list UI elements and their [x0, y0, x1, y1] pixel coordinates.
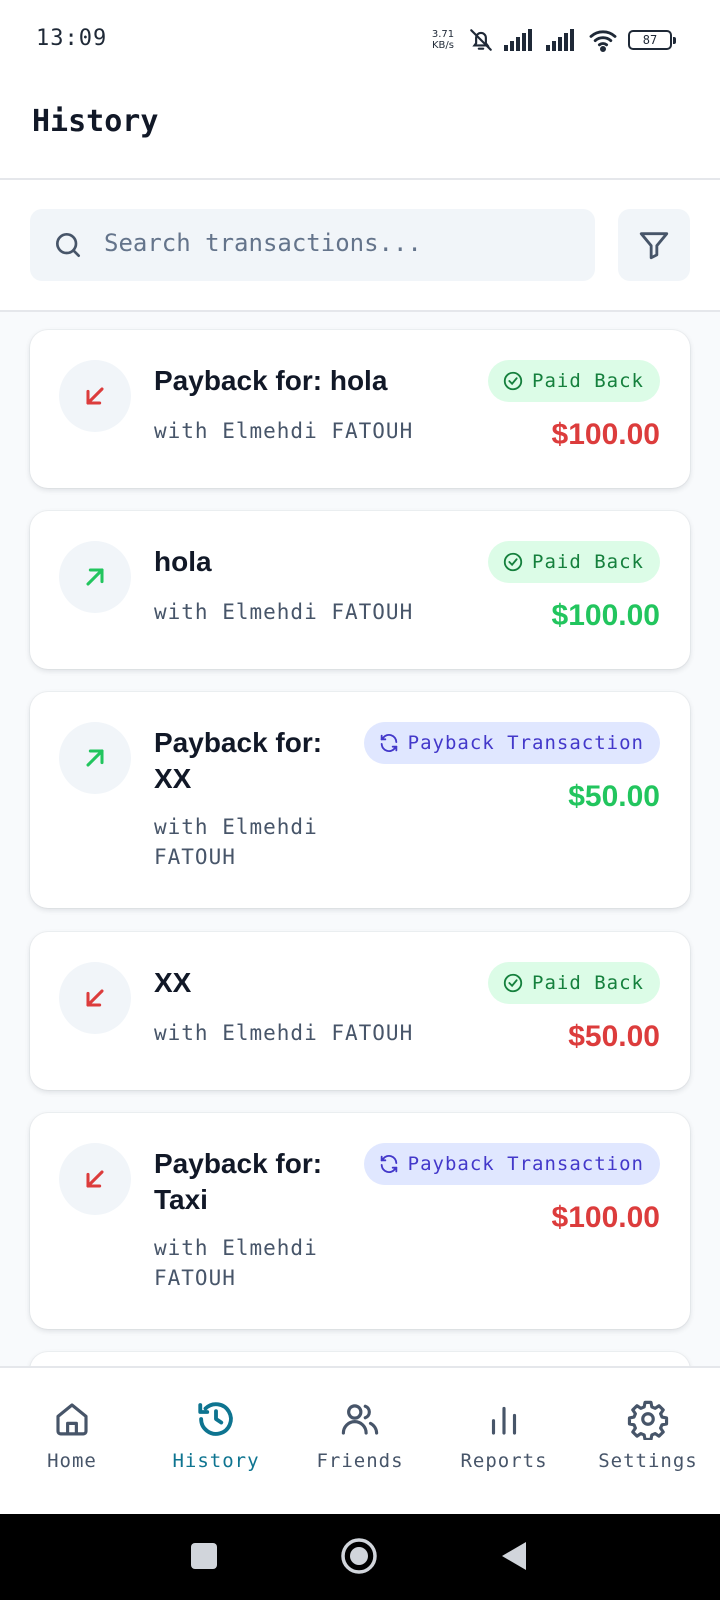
history-icon — [198, 1402, 233, 1436]
home-button[interactable] — [340, 1537, 378, 1575]
transaction-direction — [59, 962, 131, 1034]
check-circle-icon — [503, 552, 523, 572]
back-button[interactable] — [500, 1540, 528, 1572]
status-label: Paid Back — [532, 972, 644, 994]
bottom-nav: Home History Friends Reports Settings — [0, 1366, 720, 1514]
search-area: Search transactions... — [0, 180, 720, 312]
users-icon — [341, 1404, 379, 1435]
home-icon — [56, 1403, 88, 1436]
nav-label: Friends — [316, 1450, 404, 1472]
signal-icon-2 — [546, 29, 574, 51]
transaction-title: Payback for: XX — [154, 727, 323, 794]
status-label: Payback Transaction — [407, 732, 644, 754]
bar-chart-icon — [491, 1406, 517, 1435]
transaction-direction — [59, 722, 131, 794]
status-badge: Paid Back — [488, 360, 660, 402]
nav-label: Reports — [460, 1450, 548, 1472]
status-bar: 13:09 3.71 KB/s 87 — [0, 0, 720, 84]
bell-off-icon — [470, 29, 492, 51]
filter-icon — [639, 232, 669, 260]
arrow-down-left-icon — [86, 1170, 104, 1188]
search-placeholder: Search transactions... — [104, 229, 422, 257]
network-speed: 3.71 KB/s — [428, 29, 458, 51]
arrow-up-right-icon — [86, 568, 104, 586]
transaction-counterparty: with Elmehdi FATOUH — [154, 600, 414, 624]
status-badge: Payback Transaction — [363, 1143, 660, 1185]
app-header: History — [0, 84, 720, 180]
status-time: 13:09 — [36, 26, 108, 51]
nav-friends[interactable]: Friends — [288, 1368, 432, 1516]
status-badge: Paid Back — [488, 962, 660, 1004]
nav-reports[interactable]: Reports — [432, 1368, 576, 1516]
transaction-direction — [59, 360, 131, 432]
arrow-down-left-icon — [86, 989, 104, 1007]
transaction-card[interactable]: Payback for: XX with Elmehdi FATOUH Payb… — [30, 692, 690, 908]
status-label: Paid Back — [532, 551, 644, 573]
status-label: Paid Back — [532, 370, 644, 392]
transaction-card[interactable]: Payback for: Taxi with Elmehdi FATOUH Pa… — [30, 1113, 690, 1329]
nav-history[interactable]: History — [144, 1368, 288, 1516]
refresh-icon — [380, 734, 397, 752]
filter-button[interactable] — [618, 209, 690, 281]
status-badge: Paid Back — [488, 541, 660, 583]
nav-label: Home — [47, 1450, 97, 1472]
transaction-card[interactable]: hola with Elmehdi FATOUH Paid Back $100.… — [30, 511, 690, 669]
status-icons: 3.71 KB/s 87 — [428, 24, 676, 56]
transaction-amount: $100.00 — [551, 418, 660, 451]
nav-home[interactable]: Home — [0, 1368, 144, 1516]
transaction-counterparty: with Elmehdi FATOUH — [154, 419, 414, 443]
transaction-card[interactable]: Payback for: hola with Elmehdi FATOUH Pa… — [30, 330, 690, 488]
system-nav-bar — [0, 1514, 720, 1600]
transaction-amount: $50.00 — [568, 780, 660, 813]
battery-icon: 87 — [628, 30, 676, 50]
nav-settings[interactable]: Settings — [576, 1368, 720, 1516]
transaction-card[interactable]: XX with Elmehdi FATOUH Paid Back $50.00 — [30, 932, 690, 1090]
arrow-down-left-icon — [86, 387, 104, 405]
recent-apps-button[interactable] — [190, 1542, 218, 1570]
status-label: Payback Transaction — [407, 1153, 644, 1175]
check-circle-icon — [503, 371, 523, 391]
transaction-title: hola — [154, 546, 212, 577]
transaction-direction — [59, 1143, 131, 1215]
transaction-counterparty: with Elmehdi FATOUH — [154, 1021, 414, 1045]
transaction-direction — [59, 541, 131, 613]
transaction-title: XX — [154, 967, 192, 998]
transaction-title: Payback for: hola — [154, 365, 388, 396]
network-speed-unit: KB/s — [432, 40, 454, 51]
refresh-icon — [380, 1155, 397, 1173]
arrow-up-right-icon — [86, 749, 104, 767]
signal-icon — [504, 29, 532, 51]
wifi-icon — [589, 30, 617, 52]
check-circle-icon — [503, 973, 523, 993]
page-title: History — [32, 104, 159, 139]
nav-label: History — [172, 1450, 260, 1472]
nav-label: Settings — [598, 1450, 698, 1472]
status-badge: Payback Transaction — [363, 722, 660, 764]
search-input[interactable]: Search transactions... — [30, 209, 595, 281]
search-icon — [56, 233, 80, 257]
gear-icon — [627, 1400, 669, 1440]
transaction-counterparty: with Elmehdi FATOUH — [154, 815, 318, 869]
transaction-amount: $100.00 — [551, 1201, 660, 1234]
network-speed-value: 3.71 — [431, 29, 455, 40]
transaction-title: Payback for: Taxi — [154, 1148, 323, 1215]
transaction-amount: $100.00 — [551, 599, 660, 632]
transaction-counterparty: with Elmehdi FATOUH — [154, 1236, 318, 1290]
transaction-amount: $50.00 — [568, 1020, 660, 1053]
